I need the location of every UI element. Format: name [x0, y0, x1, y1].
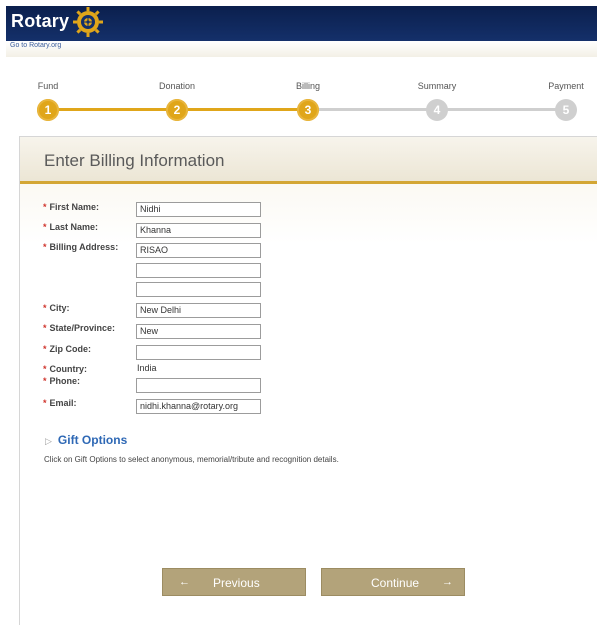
state-input[interactable] — [136, 324, 261, 339]
required-mark: * — [43, 344, 47, 354]
phone-label: * Phone: — [43, 376, 80, 386]
step-label-fund: Fund — [37, 81, 59, 91]
last-name-label-text: Last Name: — [49, 222, 99, 232]
required-mark: * — [43, 323, 47, 333]
required-mark: * — [43, 202, 47, 212]
previous-button-label: Previous — [213, 576, 260, 590]
step-5-circle: 5 — [555, 99, 577, 121]
gift-options-toggle[interactable]: ▷ Gift Options — [45, 433, 127, 447]
step-4-circle: 4 — [426, 99, 448, 121]
city-label-text: City: — [49, 303, 70, 313]
required-mark: * — [43, 242, 47, 252]
gift-options-description: Click on Gift Options to select anonymou… — [44, 455, 339, 464]
phone-input[interactable] — [136, 378, 261, 393]
form-background — [20, 184, 597, 244]
step-label-donation: Donation — [158, 81, 196, 91]
city-input[interactable] — [136, 303, 261, 318]
billing-address-line1-input[interactable] — [136, 243, 261, 258]
first-name-label: * First Name: — [43, 202, 99, 212]
country-value: India — [137, 363, 157, 373]
required-mark: * — [43, 376, 47, 386]
step-2-circle[interactable]: 2 — [166, 99, 188, 121]
right-arrow-icon: → — [442, 576, 453, 588]
required-mark: * — [43, 364, 47, 374]
continue-button[interactable]: Continue → — [321, 568, 465, 596]
rotary-wheel-icon[interactable] — [71, 5, 105, 39]
header-sublink-bar: Go to Rotary.org — [6, 41, 597, 57]
first-name-input[interactable] — [136, 202, 261, 217]
state-label-text: State/Province: — [49, 323, 116, 333]
gift-options-label: Gift Options — [57, 433, 128, 447]
left-arrow-icon: ← — [179, 576, 190, 588]
previous-button[interactable]: ← Previous — [162, 568, 306, 596]
state-label: * State/Province: — [43, 323, 115, 333]
email-label: * Email: — [43, 398, 77, 408]
go-to-rotary-link[interactable]: Go to Rotary.org — [10, 42, 61, 49]
page-title: Enter Billing Information — [44, 151, 225, 170]
billing-panel: Enter Billing Information *First Name: *… — [19, 136, 597, 625]
continue-button-label: Continue — [371, 576, 420, 590]
step-3-circle: 3 — [297, 99, 319, 121]
required-mark: * — [43, 398, 47, 408]
rotary-logo-text[interactable]: Rotary — [11, 11, 69, 32]
email-input[interactable] — [136, 399, 261, 414]
last-name-label: * Last Name: — [43, 222, 98, 232]
step-label-summary: Summary — [417, 81, 457, 91]
country-label: * Country: — [43, 364, 87, 374]
required-mark: * — [43, 303, 47, 313]
billing-address-label: * Billing Address: — [43, 242, 118, 252]
billing-address-line3-input[interactable] — [136, 282, 261, 297]
phone-label-text: Phone: — [49, 376, 81, 386]
step-1-circle[interactable]: 1 — [37, 99, 59, 121]
panel-header: Enter Billing Information — [20, 137, 597, 184]
billing-address-label-text: Billing Address: — [49, 242, 119, 252]
first-name-label-text: First Name: — [49, 202, 100, 212]
required-mark: * — [43, 222, 47, 232]
email-label-text: Email: — [49, 398, 77, 408]
step-label-billing: Billing — [295, 81, 321, 91]
country-label-text: Country: — [49, 364, 88, 374]
zip-label: * Zip Code: — [43, 344, 91, 354]
expand-triangle-icon: ▷ — [45, 436, 52, 446]
progress-steps: Fund Donation Billing Summary Payment 1 … — [0, 70, 597, 130]
site-header: Rotary — [6, 6, 597, 41]
zip-label-text: Zip Code: — [49, 344, 92, 354]
billing-address-line2-input[interactable] — [136, 263, 261, 278]
zip-input[interactable] — [136, 345, 261, 360]
city-label: * City: — [43, 303, 70, 313]
last-name-input[interactable] — [136, 223, 261, 238]
step-label-payment: Payment — [548, 81, 584, 91]
